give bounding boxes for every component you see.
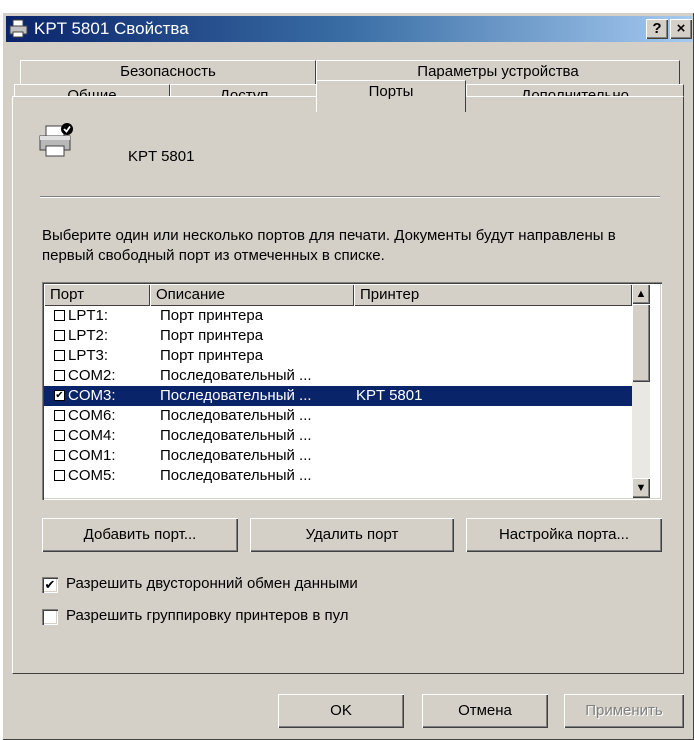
close-button[interactable]: × (670, 19, 692, 39)
port-name: COM2: (68, 367, 116, 384)
port-name: LPT2: (68, 327, 109, 344)
title-bar[interactable]: KPT 5801 Свойства ? × (6, 16, 692, 42)
arrow-down-icon[interactable]: ▼ (632, 478, 650, 498)
port-description: Порт принтера (160, 327, 264, 344)
port-description: Последовательный ... (160, 447, 312, 464)
bidirectional-support-label: Разрешить двусторонний обмен данными (66, 575, 358, 592)
configure-port-button[interactable]: Настройка порта... (466, 518, 662, 552)
port-checkbox[interactable] (54, 310, 65, 321)
list-item[interactable]: COM5: Последовательный ... (44, 466, 632, 486)
port-name: LPT3: (68, 347, 109, 364)
port-description: Порт принтера (160, 347, 264, 364)
port-name: COM5: (68, 467, 116, 484)
ports-list[interactable]: Порт Описание Принтер LPT1: Порт принтер… (42, 282, 662, 500)
port-name: COM6: (68, 407, 116, 424)
port-description: Последовательный ... (160, 407, 312, 424)
column-header-printer[interactable]: Принтер (354, 284, 632, 306)
list-item[interactable]: COM2: Последовательный ... (44, 366, 632, 386)
window-title: KPT 5801 Свойства (34, 19, 189, 38)
ok-button[interactable]: OK (278, 694, 404, 728)
port-checkbox[interactable] (54, 410, 65, 421)
background-text-strip (0, 0, 694, 12)
column-header-description[interactable]: Описание (150, 284, 354, 306)
port-description: Последовательный ... (160, 387, 312, 404)
tab-ports[interactable]: Порты (316, 80, 466, 112)
list-item[interactable]: LPT3: Порт принтера (44, 346, 632, 366)
port-checkbox[interactable] (54, 330, 65, 341)
port-description: Порт принтера (160, 307, 264, 324)
printer-pooling-label: Разрешить группировку принтеров в пул (66, 607, 349, 624)
list-item[interactable]: LPT2: Порт принтера (44, 326, 632, 346)
vertical-scrollbar[interactable]: ▲ ▼ (632, 284, 650, 498)
list-item[interactable]: LPT1: Порт принтера (44, 306, 632, 326)
port-name: COM3: (68, 387, 116, 404)
separator (40, 196, 660, 198)
list-item[interactable]: COM1: Последовательный ... (44, 446, 632, 466)
list-item-selected[interactable]: ✔ COM3: Последовательный ... KPT 5801 (44, 386, 632, 406)
scrollbar-thumb[interactable] (632, 304, 650, 382)
help-button[interactable]: ? (646, 19, 668, 39)
port-name: COM4: (68, 427, 116, 444)
port-printer: KPT 5801 (356, 387, 423, 404)
port-description: Последовательный ... (160, 427, 312, 444)
check-mark-icon[interactable]: ✔ (42, 577, 58, 593)
arrow-up-icon[interactable]: ▲ (632, 284, 650, 304)
apply-button[interactable]: Применить (564, 694, 684, 728)
port-checkbox-checked[interactable]: ✔ (54, 390, 65, 401)
cancel-button[interactable]: Отмена (422, 694, 548, 728)
list-item[interactable]: COM4: Последовательный ... (44, 426, 632, 446)
port-checkbox[interactable] (54, 350, 65, 361)
printer-icon (9, 19, 28, 38)
delete-port-button[interactable]: Удалить порт (250, 518, 454, 552)
add-port-button[interactable]: Добавить порт... (42, 518, 238, 552)
port-description: Последовательный ... (160, 367, 312, 384)
port-description: Последовательный ... (160, 467, 312, 484)
port-name: COM1: (68, 447, 116, 464)
port-name: LPT1: (68, 307, 109, 324)
port-checkbox[interactable] (54, 450, 65, 461)
bidirectional-support-checkbox[interactable]: ✔ Разрешить двусторонний обмен данными (42, 574, 642, 596)
printer-icon (39, 123, 73, 157)
tab-security[interactable]: Безопасность (20, 60, 316, 84)
ports-description: Выберите один или несколько портов для п… (42, 227, 616, 264)
port-checkbox[interactable] (54, 430, 65, 441)
printer-pooling-checkbox[interactable]: Разрешить группировку принтеров в пул (42, 606, 642, 628)
port-checkbox[interactable] (54, 370, 65, 381)
port-checkbox[interactable] (54, 470, 65, 481)
list-item[interactable]: COM6: Последовательный ... (44, 406, 632, 426)
printer-name: KPT 5801 (128, 148, 195, 165)
column-header-port[interactable]: Порт (44, 284, 150, 306)
